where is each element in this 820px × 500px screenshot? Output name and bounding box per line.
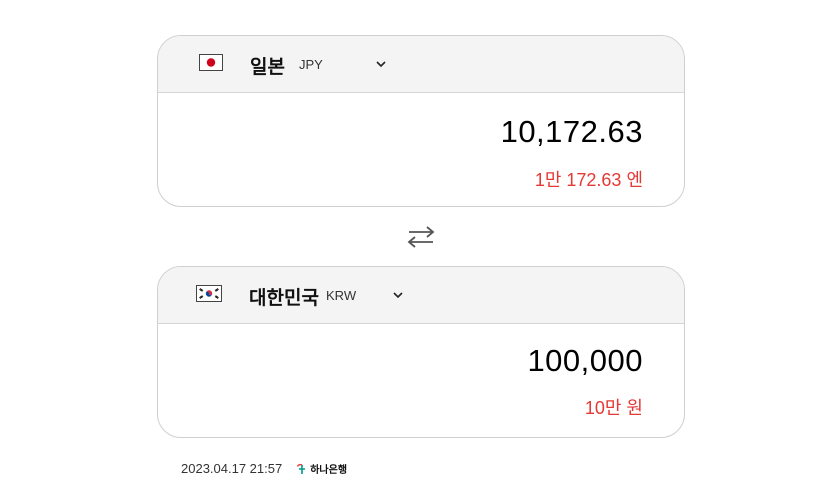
target-amount[interactable]: 100,000 <box>527 343 643 379</box>
rate-timestamp: 2023.04.17 21:57 <box>181 461 283 476</box>
source-currency-code: JPY <box>299 57 323 72</box>
source-currency-selector[interactable]: 일본 JPY <box>158 36 684 93</box>
source-amount[interactable]: 10,172.63 <box>501 114 643 150</box>
bank-name: 하나은행 <box>310 465 348 476</box>
korea-flag-icon <box>196 285 222 302</box>
rate-footer: 2023.04.17 21:57 하나은행 <box>181 461 347 476</box>
source-currency-card: 일본 JPY 10,172.63 1만 172.63 엔 <box>157 35 685 207</box>
chevron-down-icon[interactable] <box>375 58 387 70</box>
bank-source[interactable]: 하나은행 <box>296 461 347 476</box>
target-currency-selector[interactable]: 대한민국 KRW <box>158 267 684 324</box>
source-amount-words: 1만 172.63 엔 <box>534 170 643 190</box>
target-country-name: 대한민국 <box>249 288 319 309</box>
target-amount-words: 10만 원 <box>584 398 643 418</box>
target-currency-code: KRW <box>326 288 357 303</box>
currency-converter: 일본 JPY 10,172.63 1만 172.63 엔 대한민국 KRW 10… <box>0 0 820 500</box>
japan-flag-icon <box>199 54 223 71</box>
target-currency-card: 대한민국 KRW 100,000 10만 원 <box>157 266 685 438</box>
source-country-name: 일본 <box>250 57 285 78</box>
chevron-down-icon[interactable] <box>392 289 404 301</box>
hana-bank-logo-icon <box>297 463 306 474</box>
swap-arrows-icon[interactable] <box>406 224 436 250</box>
